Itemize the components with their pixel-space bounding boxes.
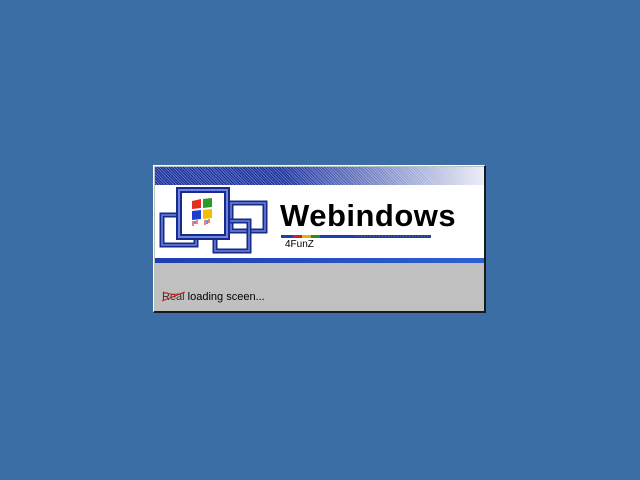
banner-divider — [155, 258, 484, 263]
splash-window: Webindows 4FunZ Real loading sceen... — [153, 165, 486, 313]
loading-status: Real loading sceen... — [161, 291, 265, 303]
gradient-strip — [155, 167, 484, 185]
splash-banner: Webindows 4FunZ — [155, 167, 484, 262]
loading-status-text: loading sceen... — [184, 291, 265, 303]
windows-flag-icon — [159, 187, 268, 254]
title-dotted-line — [355, 235, 431, 237]
strike-mark — [161, 291, 186, 302]
product-title: Webindows — [280, 198, 457, 233]
product-subtitle: 4FunZ — [285, 239, 314, 250]
struck-word: Real — [161, 291, 186, 303]
